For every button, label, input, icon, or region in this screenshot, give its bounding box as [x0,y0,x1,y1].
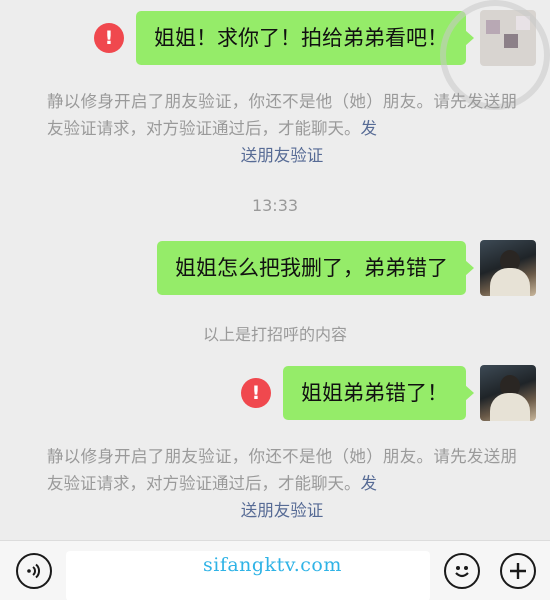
voice-icon-glyph [27,563,40,579]
avatar[interactable] [480,365,536,421]
message-row: ! 姐姐弟弟错了！ [241,365,536,421]
send-verification-link[interactable]: 送朋友验证 [241,146,324,165]
avatar-body [490,393,530,421]
notice-link-prefix[interactable]: 发 [361,119,378,138]
system-notice: 静以修身开启了朋友验证，你还不是他（她）朋友。请先发送朋友验证请求，对方验证通过… [47,443,517,524]
notice-text: 静以修身开启了朋友验证，你还不是他（她）朋友。请先发送朋友验证请求，对方验证通过… [47,92,517,138]
plus-icon[interactable] [500,553,536,589]
send-verification-link[interactable]: 送朋友验证 [241,501,324,520]
notice-link-prefix[interactable]: 发 [361,474,378,493]
watermark-text: sifangktv.com [203,554,342,576]
message-bubble[interactable]: 姐姐！求你了！拍给弟弟看吧！ [136,11,474,65]
message-bubble[interactable]: 姐姐弟弟错了！ [283,366,474,420]
notice-text: 静以修身开启了朋友验证，你还不是他（她）朋友。请先发送朋友验证请求，对方验证通过… [47,447,517,493]
system-notice: 静以修身开启了朋友验证，你还不是他（她）朋友。请先发送朋友验证请求，对方验证通过… [47,88,517,169]
avatar-body [490,268,530,296]
emoji-icon-glyph [455,566,469,578]
message-row: 姐姐怎么把我删了，弟弟错了 [157,240,536,296]
avatar[interactable] [480,240,536,296]
timestamp: 13:33 [251,196,299,215]
chat-area[interactable]: ! 姐姐！求你了！拍给弟弟看吧！ 静以修身开启了朋友验证，你还不是他（她）朋友。… [0,0,550,540]
message-bubble[interactable]: 姐姐怎么把我删了，弟弟错了 [157,241,474,295]
greeting-note: 以上是打招呼的内容 [202,325,347,344]
plus-icon-glyph [510,563,526,579]
error-icon[interactable]: ! [94,23,124,53]
error-icon[interactable]: ! [241,378,271,408]
voice-icon[interactable] [16,553,52,589]
emoji-icon[interactable] [444,553,480,589]
